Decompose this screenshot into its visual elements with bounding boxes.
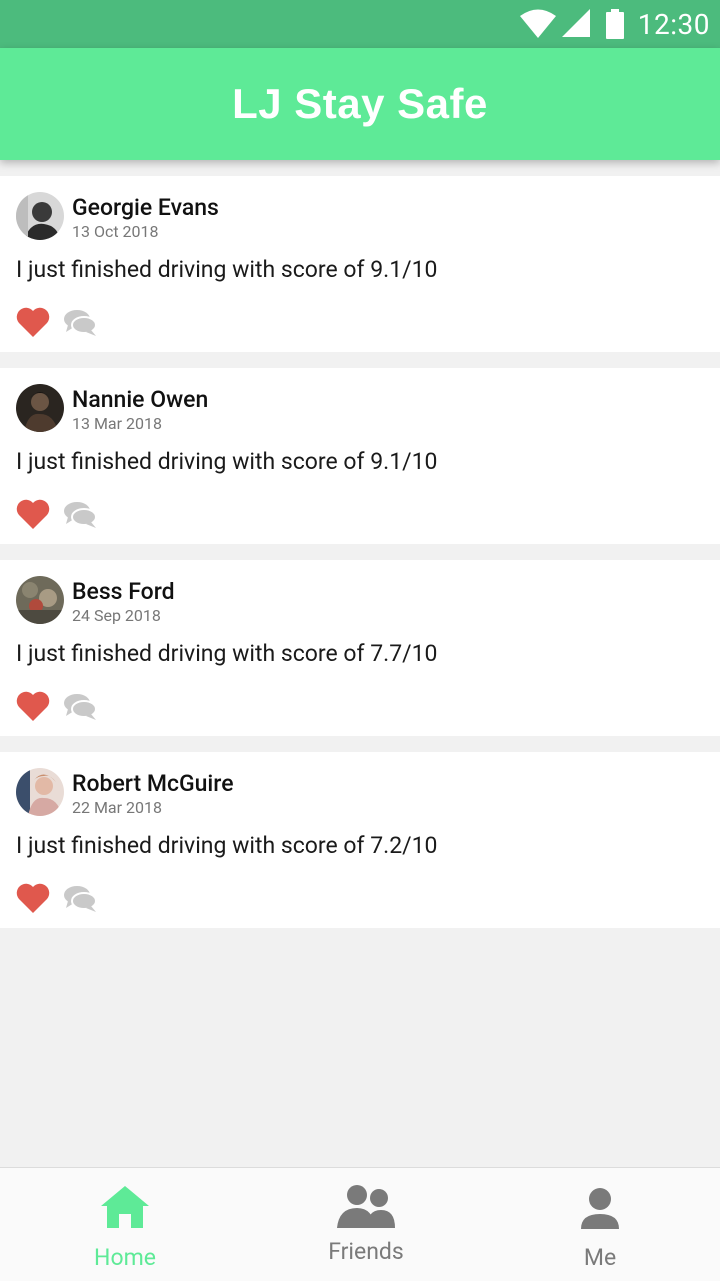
nav-item-home[interactable]: Home xyxy=(5,1168,245,1281)
user-name[interactable]: Georgie Evans xyxy=(72,194,219,221)
nav-item-me[interactable]: Me xyxy=(480,1168,720,1281)
people-icon xyxy=(337,1185,395,1228)
user-name[interactable]: Robert McGuire xyxy=(72,770,234,797)
wifi-icon xyxy=(519,9,556,38)
app-title: LJ Stay Safe xyxy=(232,80,488,127)
feed-card: Bess Ford 24 Sep 2018 I just finished dr… xyxy=(0,560,720,736)
post-date: 24 Sep 2018 xyxy=(72,606,161,625)
comment-icon[interactable] xyxy=(63,308,97,338)
app-bar: LJ Stay Safe xyxy=(0,48,720,160)
post-date: 22 Mar 2018 xyxy=(72,798,162,817)
heart-icon[interactable] xyxy=(16,882,50,914)
post-text: I just finished driving with score of 9.… xyxy=(16,256,438,283)
post-date: 13 Oct 2018 xyxy=(72,222,159,241)
user-name[interactable]: Bess Ford xyxy=(72,578,175,605)
heart-icon[interactable] xyxy=(16,498,50,530)
comment-icon[interactable] xyxy=(63,692,97,722)
avatar[interactable] xyxy=(16,192,64,240)
avatar[interactable] xyxy=(16,384,64,432)
battery-icon xyxy=(605,9,624,39)
user-name[interactable]: Nannie Owen xyxy=(72,386,208,413)
comment-icon[interactable] xyxy=(63,884,97,914)
nav-item-friends[interactable]: Friends xyxy=(246,1168,486,1281)
person-icon xyxy=(581,1188,619,1229)
feed-card: Nannie Owen 13 Mar 2018 I just finished … xyxy=(0,368,720,544)
avatar[interactable] xyxy=(16,576,64,624)
heart-icon[interactable] xyxy=(16,690,50,722)
status-bar: 12:30 xyxy=(0,0,720,48)
post-text: I just finished driving with score of 7.… xyxy=(16,832,438,859)
feed-card: Robert McGuire 22 Mar 2018 I just finish… xyxy=(0,752,720,928)
feed-card: Georgie Evans 13 Oct 2018 I just finishe… xyxy=(0,176,720,352)
heart-icon[interactable] xyxy=(16,306,50,338)
status-icons: 12:30 xyxy=(519,0,720,48)
bottom-navigation: Home Friends Me xyxy=(0,1167,720,1281)
nav-label-home: Home xyxy=(94,1244,156,1271)
post-date: 13 Mar 2018 xyxy=(72,414,162,433)
status-time: 12:30 xyxy=(637,7,710,41)
feed-list: Georgie Evans 13 Oct 2018 I just finishe… xyxy=(0,176,720,944)
post-text: I just finished driving with score of 9.… xyxy=(16,448,438,475)
cell-signal-icon xyxy=(561,9,590,37)
nav-label-me: Me xyxy=(583,1244,617,1271)
post-text: I just finished driving with score of 7.… xyxy=(16,640,438,667)
nav-label-friends: Friends xyxy=(328,1238,404,1265)
comment-icon[interactable] xyxy=(63,500,97,530)
avatar[interactable] xyxy=(16,768,64,816)
home-icon xyxy=(101,1186,149,1228)
